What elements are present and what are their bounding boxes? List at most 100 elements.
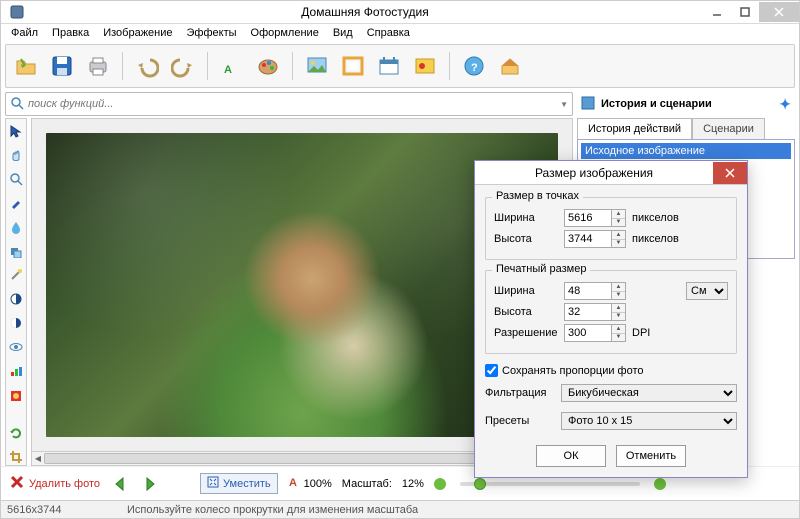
redo-icon[interactable] — [169, 52, 197, 80]
zoom-out-icon[interactable] — [434, 478, 446, 490]
zoom-in-icon[interactable] — [654, 478, 666, 490]
cancel-button[interactable]: Отменить — [616, 445, 686, 467]
postcard-icon[interactable] — [411, 52, 439, 80]
rotate-tool-icon[interactable] — [7, 425, 25, 441]
search-input[interactable] — [28, 98, 556, 110]
dialog-titlebar[interactable]: Размер изображения — [475, 161, 747, 185]
zoom-slider-knob[interactable] — [474, 478, 486, 490]
minimize-button[interactable] — [703, 2, 731, 22]
palette-icon[interactable] — [254, 52, 282, 80]
menu-bar: Файл Правка Изображение Эффекты Оформлен… — [1, 24, 799, 42]
dialog-close-button[interactable] — [713, 162, 747, 184]
hand-tool-icon[interactable] — [7, 147, 25, 163]
prev-photo-button[interactable] — [110, 474, 130, 494]
px-unit: пикселов — [632, 233, 679, 245]
svg-text:A: A — [224, 64, 232, 76]
fit-button[interactable]: Уместить — [200, 473, 278, 494]
contrast-tool-icon[interactable] — [7, 291, 25, 307]
zoom-100-button[interactable]: A 100% — [288, 475, 332, 492]
help-icon[interactable]: ? — [460, 52, 488, 80]
search-box[interactable]: ▼ — [5, 92, 573, 116]
next-photo-button[interactable] — [140, 474, 160, 494]
dropdown-icon[interactable]: ▼ — [560, 100, 568, 109]
spin-down-icon[interactable]: ▼ — [612, 219, 625, 227]
menu-file[interactable]: Файл — [5, 25, 44, 41]
close-button[interactable] — [759, 2, 799, 22]
pointer-tool-icon[interactable] — [7, 123, 25, 139]
save-icon[interactable] — [48, 52, 76, 80]
tab-history[interactable]: История действий — [577, 118, 692, 139]
calendar-icon[interactable] — [375, 52, 403, 80]
toolbar-separator — [449, 52, 450, 80]
print-unit-select[interactable]: См — [686, 282, 728, 300]
wand-tool-icon[interactable] — [7, 267, 25, 283]
ok-button[interactable]: ОК — [536, 445, 606, 467]
width-print-input[interactable]: ▲▼ — [564, 282, 626, 300]
menu-help[interactable]: Справка — [361, 25, 416, 41]
spin-down-icon[interactable]: ▼ — [612, 313, 625, 321]
text-icon[interactable]: A — [218, 52, 246, 80]
invert-tool-icon[interactable] — [7, 315, 25, 331]
maximize-button[interactable] — [731, 2, 759, 22]
width-px-input[interactable]: ▲▼ — [564, 209, 626, 227]
zoom-slider[interactable] — [460, 482, 640, 486]
keep-ratio-row[interactable]: Сохранять пропорции фото — [485, 364, 737, 377]
spin-up-icon[interactable]: ▲ — [612, 210, 625, 219]
menu-view[interactable]: Вид — [327, 25, 359, 41]
undo-icon[interactable] — [133, 52, 161, 80]
filter-label: Фильтрация — [485, 387, 555, 399]
keep-ratio-checkbox[interactable] — [485, 364, 498, 377]
scroll-left-icon[interactable]: ◀ — [32, 452, 44, 465]
zoom-tool-icon[interactable] — [7, 171, 25, 187]
menu-edit[interactable]: Правка — [46, 25, 95, 41]
delete-photo-button[interactable]: Удалить фото — [9, 474, 100, 493]
menu-image[interactable]: Изображение — [97, 25, 178, 41]
pixel-group-legend: Размер в точках — [492, 190, 583, 202]
status-dimensions: 5616x3744 — [7, 504, 87, 516]
spin-down-icon[interactable]: ▼ — [612, 334, 625, 342]
history-item[interactable]: Исходное изображение — [581, 143, 791, 159]
left-toolbar — [5, 118, 27, 466]
preset-select[interactable]: Фото 10 х 15 — [561, 412, 737, 430]
eye-tool-icon[interactable] — [7, 339, 25, 355]
tab-scenarios[interactable]: Сценарии — [692, 118, 765, 139]
scale-label: Масштаб: — [342, 478, 392, 490]
frame-icon[interactable] — [339, 52, 367, 80]
height-print-input[interactable]: ▲▼ — [564, 303, 626, 321]
add-scenario-icon[interactable]: ✦ — [779, 96, 791, 113]
window-title: Домашняя Фотостудия — [27, 5, 703, 19]
spin-up-icon[interactable]: ▲ — [612, 325, 625, 334]
width-print-label: Ширина — [494, 285, 558, 297]
app-icon — [7, 2, 27, 22]
brush-tool-icon[interactable] — [7, 195, 25, 211]
blur-tool-icon[interactable] — [7, 219, 25, 235]
effects-tool-icon[interactable] — [7, 388, 25, 404]
clone-tool-icon[interactable] — [7, 243, 25, 259]
zoom-100-icon: A — [288, 475, 302, 492]
spin-down-icon[interactable]: ▼ — [612, 240, 625, 248]
status-bar: 5616x3744 Используйте колесо прокрутки д… — [1, 500, 799, 518]
levels-tool-icon[interactable] — [7, 363, 25, 379]
image-size-dialog: Размер изображения Размер в точках Ширин… — [474, 160, 748, 478]
height-px-input[interactable]: ▲▼ — [564, 230, 626, 248]
toolbar-separator — [292, 52, 293, 80]
height-print-label: Высота — [494, 306, 558, 318]
crop-tool-icon[interactable] — [7, 449, 25, 465]
svg-text:A: A — [289, 477, 297, 489]
spin-up-icon[interactable]: ▲ — [612, 283, 625, 292]
print-group-legend: Печатный размер — [492, 263, 590, 275]
menu-decor[interactable]: Оформление — [245, 25, 325, 41]
width-px-label: Ширина — [494, 212, 558, 224]
menu-effects[interactable]: Эффекты — [181, 25, 243, 41]
picture-icon[interactable] — [303, 52, 331, 80]
resolution-input[interactable]: ▲▼ — [564, 324, 626, 342]
print-icon[interactable] — [84, 52, 112, 80]
spin-down-icon[interactable]: ▼ — [612, 292, 625, 300]
open-folder-icon[interactable] — [12, 52, 40, 80]
preset-label: Пресеты — [485, 415, 555, 427]
spin-up-icon[interactable]: ▲ — [612, 231, 625, 240]
filter-select[interactable]: Бикубическая — [561, 384, 737, 402]
home-icon[interactable] — [496, 52, 524, 80]
spin-up-icon[interactable]: ▲ — [612, 304, 625, 313]
scale-value: 12% — [402, 478, 424, 490]
